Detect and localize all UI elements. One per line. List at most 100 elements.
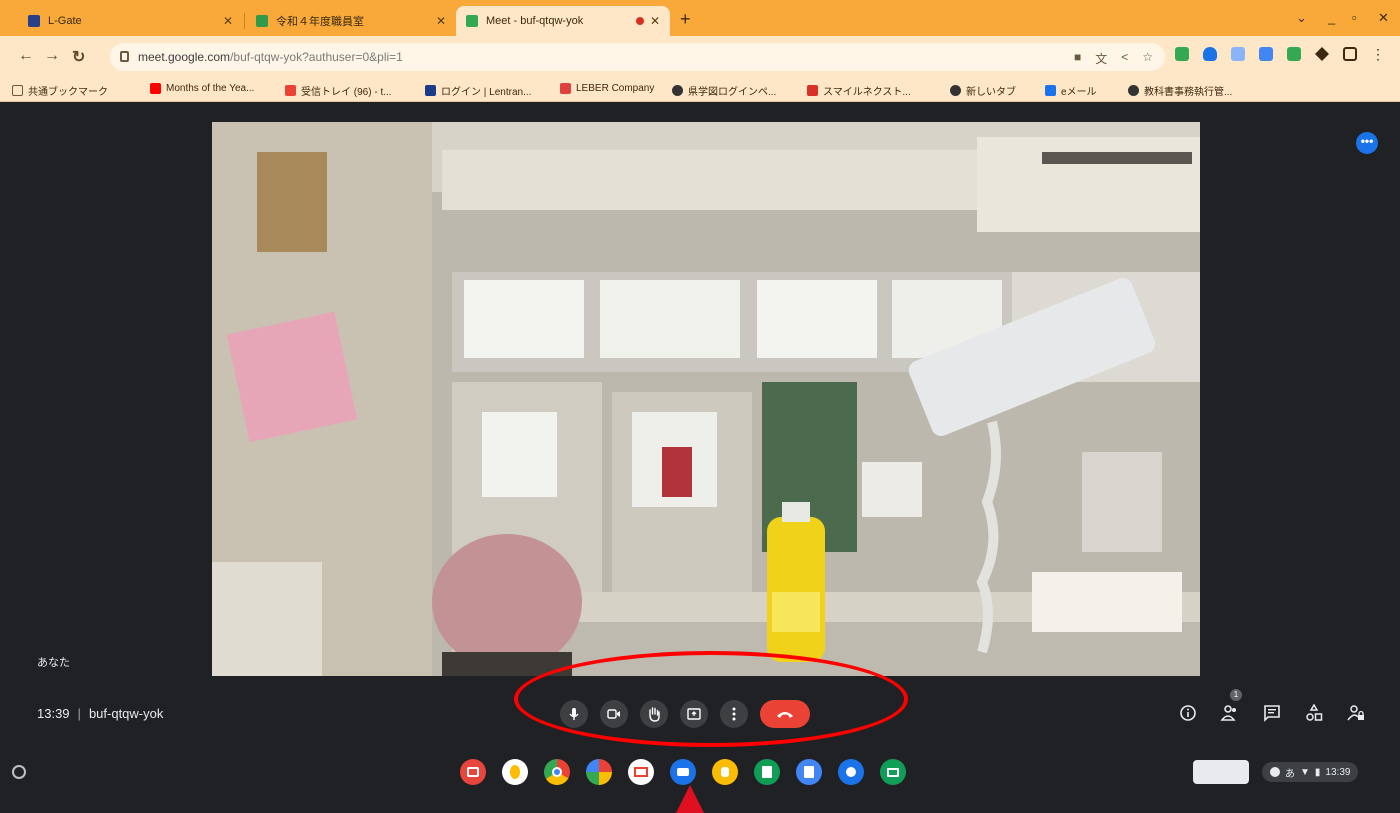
extension-icon[interactable] xyxy=(1231,47,1245,61)
tab-lgate[interactable]: L-Gate ✕ xyxy=(18,6,243,36)
self-video-tile xyxy=(212,122,1200,676)
sidepanel-icon[interactable] xyxy=(1343,47,1357,61)
bookmark-item[interactable]: 県学図ログインペ... xyxy=(672,83,776,98)
meet-stage: あなた ••• 13:39 | buf-qtqw-yok 1 xyxy=(0,103,1400,751)
people-button[interactable]: 1 xyxy=(1220,689,1242,723)
docs-icon[interactable] xyxy=(796,759,822,785)
browser-toolbar: ← → ↻ meet.google.com/buf-qtqw-yok?authu… xyxy=(0,36,1400,78)
bookmark-label: 新しいタブ xyxy=(966,87,1016,98)
tab-title: Meet - buf-qtqw-yok xyxy=(486,15,584,27)
host-controls-button[interactable] xyxy=(1346,703,1366,723)
new-tab-button[interactable]: + xyxy=(680,9,691,30)
keep-icon[interactable] xyxy=(712,759,738,785)
folder-icon xyxy=(12,85,23,96)
bookmark-item[interactable]: LEBER Company xyxy=(560,83,654,94)
tab-staffroom[interactable]: 令和４年度職員室 ✕ xyxy=(246,6,456,36)
bookmark-label: LEBER Company xyxy=(576,83,655,94)
extensions-area: ⋮ xyxy=(1175,47,1385,61)
bookmark-item[interactable]: 新しいタブ xyxy=(950,83,1016,98)
battery-icon: ▮ xyxy=(1314,766,1321,778)
ime-indicator: あ xyxy=(1285,768,1295,780)
banana-icon[interactable] xyxy=(502,759,528,785)
tab-title: 令和４年度職員室 xyxy=(276,16,364,28)
meeting-code: buf-qtqw-yok xyxy=(88,706,164,721)
bookmark-label: 受信トレイ (96) - t... xyxy=(301,87,392,98)
lock-icon xyxy=(120,51,129,62)
bookmark-item[interactable]: 受信トレイ (96) - t... xyxy=(285,83,392,98)
bookmark-item[interactable]: 共通ブックマーク xyxy=(12,83,108,98)
camera-in-use-icon[interactable]: ■ xyxy=(1074,50,1081,67)
meet-favicon-icon xyxy=(466,15,478,27)
gmail-icon xyxy=(285,85,296,96)
translate-icon[interactable]: 文 xyxy=(1095,50,1107,67)
classroom-icon[interactable] xyxy=(880,759,906,785)
bookmark-item[interactable]: 教科書事務執行管... xyxy=(1128,83,1232,98)
extension-icon[interactable] xyxy=(1259,47,1273,61)
close-tab-icon[interactable]: ✕ xyxy=(436,14,446,28)
extension-icon[interactable] xyxy=(1175,47,1189,61)
bookmark-label: Months of the Yea... xyxy=(166,83,255,94)
controls-highlight-annotation xyxy=(514,651,908,747)
back-icon[interactable]: ← xyxy=(18,47,34,65)
info-icon xyxy=(1180,705,1196,721)
extension-icon[interactable] xyxy=(1287,47,1301,61)
chrome-icon[interactable] xyxy=(544,759,570,785)
puzzle-icon[interactable] xyxy=(1315,47,1329,61)
youtube-icon xyxy=(150,83,161,94)
chat-button[interactable] xyxy=(1262,703,1282,723)
forward-icon[interactable]: → xyxy=(44,47,60,65)
meet-icon[interactable] xyxy=(838,759,864,785)
bookmark-item[interactable]: eメール xyxy=(1045,83,1097,98)
info-separator: | xyxy=(77,706,81,721)
tab-meet[interactable]: Meet - buf-qtqw-yok ✕ xyxy=(456,6,670,36)
bookmark-label: eメール xyxy=(1061,87,1097,98)
account-icon xyxy=(1270,767,1280,777)
window-thumbnail[interactable] xyxy=(1193,760,1249,784)
participant-count-badge: 1 xyxy=(1230,689,1242,701)
pinned-apps xyxy=(460,759,906,785)
people-icon xyxy=(1220,705,1236,721)
globe-icon xyxy=(672,85,683,96)
bookmarks-bar: 共通ブックマーク Months of the Yea... 受信トレイ (96)… xyxy=(0,78,1400,102)
meeting-tools: 1 xyxy=(1178,689,1366,723)
close-icon[interactable]: ✕ xyxy=(1378,10,1389,26)
bookmark-item[interactable]: Months of the Yea... xyxy=(150,83,254,94)
meet-icon[interactable] xyxy=(670,759,696,785)
clock-time: 13:39 xyxy=(1325,766,1351,778)
gmail-icon[interactable] xyxy=(628,759,654,785)
chevron-down-icon[interactable]: ⌄ xyxy=(1296,10,1307,26)
meeting-info-button[interactable] xyxy=(1178,703,1198,723)
chat-icon xyxy=(1264,705,1280,722)
activities-button[interactable] xyxy=(1304,703,1324,723)
bookmark-label: 県学図ログインペ... xyxy=(688,87,777,98)
wifi-icon: ▼ xyxy=(1300,766,1310,778)
reload-icon[interactable]: ↻ xyxy=(72,47,85,67)
lgate-favicon-icon xyxy=(28,15,40,27)
launcher-icon[interactable] xyxy=(12,765,26,779)
activities-icon xyxy=(1306,704,1323,721)
address-bar[interactable]: meet.google.com/buf-qtqw-yok?authuser=0&… xyxy=(110,43,1165,71)
bookmark-label: ログイン | Lentran... xyxy=(441,87,532,98)
bookmark-item[interactable]: ログイン | Lentran... xyxy=(425,83,531,98)
calendar-icon[interactable] xyxy=(460,759,486,785)
share-icon[interactable]: < xyxy=(1121,50,1128,67)
bookmark-star-icon[interactable]: ☆ xyxy=(1142,50,1153,67)
menu-icon[interactable]: ⋮ xyxy=(1371,47,1385,61)
globe-icon xyxy=(950,85,961,96)
annotation-arrow xyxy=(676,785,704,813)
lock-person-icon xyxy=(1347,705,1364,721)
address-url: meet.google.com/buf-qtqw-yok?authuser=0&… xyxy=(138,50,403,64)
restore-icon[interactable]: ▫ xyxy=(1352,10,1357,25)
close-tab-icon[interactable]: ✕ xyxy=(223,14,233,28)
minimize-icon[interactable]: _ xyxy=(1328,10,1335,25)
shield-icon[interactable] xyxy=(1203,47,1217,61)
smile-icon xyxy=(807,85,818,96)
bookmark-item[interactable]: スマイルネクスト... xyxy=(807,83,911,98)
more-options-icon[interactable]: ••• xyxy=(1356,132,1378,154)
photos-icon[interactable] xyxy=(586,759,612,785)
status-tray[interactable]: あ ▼ ▮ 13:39 xyxy=(1262,762,1359,782)
close-tab-icon[interactable]: ✕ xyxy=(650,14,660,28)
bookmark-label: 共通ブックマーク xyxy=(28,87,108,98)
url-path: /buf-qtqw-yok?authuser=0&pli=1 xyxy=(230,50,403,64)
sheets-icon[interactable] xyxy=(754,759,780,785)
